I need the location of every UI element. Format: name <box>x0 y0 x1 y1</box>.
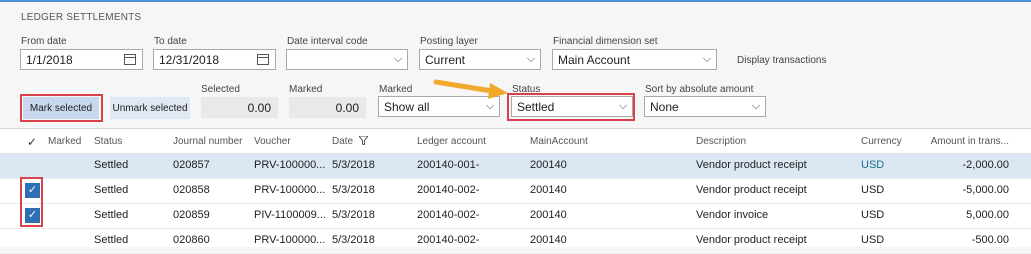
row-date: 5/3/2018 <box>332 159 375 171</box>
select-all-checkmark[interactable]: ✓ <box>27 135 37 149</box>
from-date-label: From date <box>21 36 67 47</box>
section-title: LEDGER SETTLEMENTS <box>21 12 142 23</box>
posting-layer-value: Current <box>425 52 466 67</box>
table-row[interactable]: Settled 020857 PRV-100000... 5/3/2018 20… <box>0 154 1031 179</box>
to-date-label: To date <box>154 36 187 47</box>
marked-filter-value: Show all <box>384 99 430 114</box>
to-date-value: 12/31/2018 <box>159 52 220 67</box>
row-ledger-account: 200140-002- <box>417 234 480 246</box>
status-filter-highlight <box>507 93 635 121</box>
row-journal: 020858 <box>173 184 210 196</box>
row-voucher: PRV-100000... <box>254 184 326 196</box>
selected-total: 0.00 <box>201 97 278 118</box>
calendar-icon[interactable] <box>124 54 136 65</box>
row-amount: -5,000.00 <box>962 184 1009 196</box>
row-main-account: 200140 <box>530 234 567 246</box>
row-ledger-account: 200140-002- <box>417 209 480 221</box>
from-date-field[interactable]: 1/1/2018 <box>20 49 143 70</box>
from-date-value: 1/1/2018 <box>26 52 73 67</box>
col-amount[interactable]: Amount in trans... <box>931 136 1009 147</box>
posting-layer-select[interactable]: Current ⌵ <box>419 49 541 70</box>
row-status: Settled <box>94 234 129 246</box>
col-currency[interactable]: Currency <box>861 136 902 147</box>
row-journal: 020857 <box>173 159 210 171</box>
col-voucher[interactable]: Voucher <box>254 136 291 147</box>
selected-label: Selected <box>201 84 240 95</box>
table-row[interactable]: ✓ Settled 020859 PIV-1100009... 5/3/2018… <box>0 204 1031 229</box>
row-status: Settled <box>94 159 129 171</box>
row-description: Vendor product receipt <box>696 234 807 246</box>
col-date[interactable]: Date <box>332 135 369 147</box>
row-ledger-account: 200140-001- <box>417 159 480 171</box>
top-accent-line <box>0 0 1031 2</box>
row-voucher: PRV-100000... <box>254 234 326 246</box>
row-date: 5/3/2018 <box>332 184 375 196</box>
row-currency-link[interactable]: USD <box>861 159 884 171</box>
financial-dimension-select[interactable]: Main Account ⌵ <box>552 49 717 70</box>
row-description: Vendor invoice <box>696 209 769 221</box>
table-row[interactable]: Settled 020860 PRV-100000... 5/3/2018 20… <box>0 229 1031 254</box>
col-status[interactable]: Status <box>94 136 122 147</box>
chevron-down-icon: ⌵ <box>393 53 403 65</box>
date-interval-select[interactable]: ⌵ <box>286 49 408 70</box>
row-description: Vendor product receipt <box>696 159 807 171</box>
row-amount: 5,000.00 <box>966 209 1009 221</box>
ledger-settlements-grid: ✓ Marked Status Journal number Voucher D… <box>0 128 1031 254</box>
row-voucher: PIV-1100009... <box>254 209 326 221</box>
financial-dimension-label: Financial dimension set <box>553 36 658 47</box>
calendar-icon[interactable] <box>257 54 269 65</box>
row-ledger-account: 200140-002- <box>417 184 480 196</box>
chevron-down-icon: ⌵ <box>526 53 536 65</box>
row-main-account: 200140 <box>530 159 567 171</box>
col-marked[interactable]: Marked <box>48 136 81 147</box>
row-voucher: PRV-100000... <box>254 159 326 171</box>
row-main-account: 200140 <box>530 184 567 196</box>
marked-checkboxes-highlight <box>20 177 43 227</box>
date-interval-label: Date interval code <box>287 36 368 47</box>
marked-total-value: 0.00 <box>335 100 359 115</box>
financial-dimension-value: Main Account <box>558 52 631 67</box>
row-date: 5/3/2018 <box>332 209 375 221</box>
col-ledger-account[interactable]: Ledger account <box>417 136 486 147</box>
sort-absolute-select[interactable]: None ⌵ <box>644 96 766 117</box>
col-date-label: Date <box>332 136 354 147</box>
sort-absolute-value: None <box>650 99 679 114</box>
annotation-arrow-icon <box>433 79 508 99</box>
filter-icon[interactable] <box>357 135 369 146</box>
row-journal: 020860 <box>173 234 210 246</box>
row-currency: USD <box>861 234 885 246</box>
row-currency: USD <box>861 184 885 196</box>
chevron-down-icon: ⌵ <box>751 100 761 112</box>
table-row[interactable]: ✓ Settled 020858 PRV-100000... 5/3/2018 … <box>0 179 1031 204</box>
marked-total: 0.00 <box>289 97 366 118</box>
row-currency: USD <box>861 209 885 221</box>
to-date-field[interactable]: 12/31/2018 <box>153 49 276 70</box>
row-journal: 020859 <box>173 209 210 221</box>
chevron-down-icon: ⌵ <box>485 100 495 112</box>
row-amount: -2,000.00 <box>962 159 1009 171</box>
col-description[interactable]: Description <box>696 136 746 147</box>
unmark-selected-button[interactable]: Unmark selected <box>110 97 190 119</box>
display-transactions-button[interactable]: Display transactions <box>737 55 826 66</box>
selected-total-value: 0.00 <box>247 100 271 115</box>
row-description: Vendor product receipt <box>696 184 807 196</box>
row-status: Settled <box>94 184 129 196</box>
row-status: Settled <box>94 209 129 221</box>
chevron-down-icon: ⌵ <box>702 53 712 65</box>
row-date: 5/3/2018 <box>332 234 375 246</box>
posting-layer-label: Posting layer <box>420 36 478 47</box>
marked-filter-label: Marked <box>379 84 413 95</box>
col-main-account[interactable]: MainAccount <box>530 136 588 147</box>
grid-header: ✓ Marked Status Journal number Voucher D… <box>0 129 1031 154</box>
row-amount: -500.00 <box>971 234 1009 246</box>
col-journal-number[interactable]: Journal number <box>173 136 242 147</box>
marked-total-label: Marked <box>289 84 323 95</box>
sort-absolute-label: Sort by absolute amount <box>645 84 754 95</box>
row-main-account: 200140 <box>530 209 567 221</box>
mark-selected-highlight <box>20 94 103 122</box>
